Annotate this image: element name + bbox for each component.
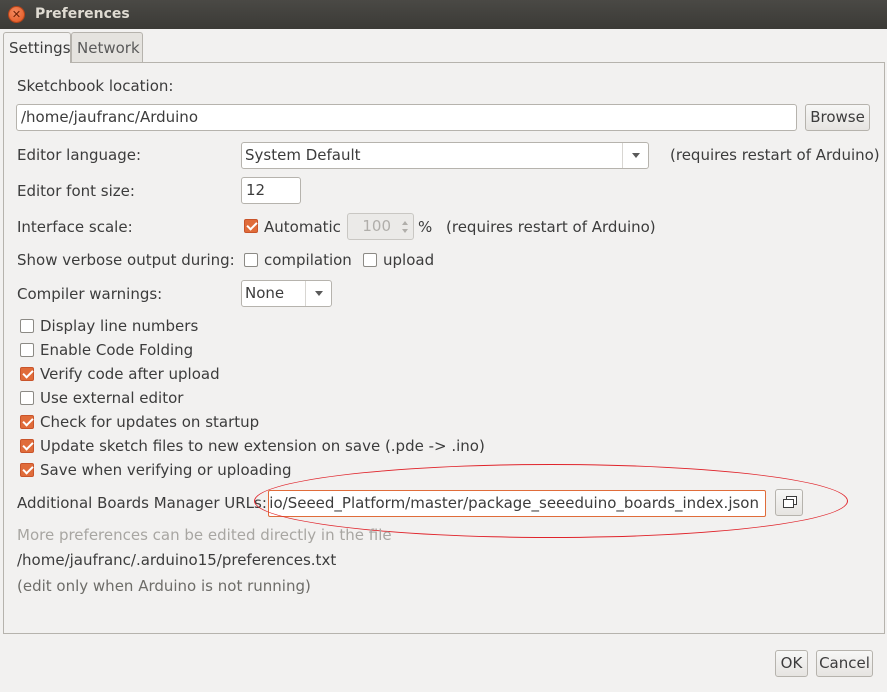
- chevron-down-icon: [622, 143, 648, 168]
- check-updates-checkbox[interactable]: [20, 415, 34, 429]
- browse-button[interactable]: Browse: [805, 104, 870, 131]
- close-icon[interactable]: ✕: [8, 6, 25, 23]
- automatic-checkbox[interactable]: [244, 219, 258, 233]
- upload-label: upload: [383, 251, 435, 269]
- automatic-label: Automatic: [264, 218, 341, 236]
- edit-urls-button[interactable]: [775, 489, 803, 516]
- editor-language-select[interactable]: System Default: [241, 142, 649, 169]
- spinner-down-icon[interactable]: [402, 229, 408, 233]
- percent-label: %: [418, 218, 433, 236]
- checkbox-label: Save when verifying or uploading: [40, 461, 292, 479]
- upload-checkbox[interactable]: [363, 253, 377, 267]
- boards-url-input[interactable]: udio/Seeed_Platform/master/package_seeed…: [268, 490, 766, 517]
- scale-spinner[interactable]: 100: [347, 213, 414, 240]
- restart-note-scale: (requires restart of Arduino): [446, 218, 656, 236]
- window-title: Preferences: [35, 6, 130, 22]
- window-icon: [783, 499, 794, 508]
- code-folding-checkbox[interactable]: [20, 343, 34, 357]
- chevron-down-icon: [305, 281, 331, 306]
- title-bar: ✕ Preferences: [0, 0, 887, 29]
- verify-after-upload-checkbox[interactable]: [20, 367, 34, 381]
- prefs-path: /home/jaufranc/.arduino15/preferences.tx…: [17, 551, 337, 569]
- checkbox-label: Use external editor: [40, 389, 184, 407]
- cancel-button[interactable]: Cancel: [816, 650, 873, 677]
- more-prefs-text: More preferences can be edited directly …: [17, 526, 392, 544]
- boards-url-value: udio/Seeed_Platform/master/package_seeed…: [268, 494, 759, 512]
- editor-language-value: System Default: [245, 146, 361, 164]
- tab-network[interactable]: Network: [71, 32, 143, 62]
- save-when-verifying-checkbox[interactable]: [20, 463, 34, 477]
- compiler-warnings-select[interactable]: None: [241, 280, 332, 307]
- update-extension-checkbox[interactable]: [20, 439, 34, 453]
- verbose-label: Show verbose output during:: [17, 251, 235, 269]
- display-line-numbers-checkbox[interactable]: [20, 319, 34, 333]
- compiler-warnings-label: Compiler warnings:: [17, 285, 163, 303]
- ok-button[interactable]: OK: [775, 650, 808, 677]
- edit-note: (edit only when Arduino is not running): [17, 577, 311, 595]
- checkbox-label: Verify code after upload: [40, 365, 220, 383]
- spinner-up-icon[interactable]: [402, 221, 408, 225]
- scale-value: 100: [362, 217, 391, 235]
- font-size-label: Editor font size:: [17, 182, 135, 200]
- checkbox-label: Enable Code Folding: [40, 341, 194, 359]
- compiler-warnings-value: None: [245, 284, 285, 302]
- interface-scale-label: Interface scale:: [17, 218, 133, 236]
- compilation-checkbox[interactable]: [244, 253, 258, 267]
- boards-url-label: Additional Boards Manager URLs:: [17, 494, 267, 512]
- tab-settings[interactable]: Settings: [3, 32, 71, 63]
- checkbox-label: Update sketch files to new extension on …: [40, 437, 485, 455]
- editor-language-label: Editor language:: [17, 146, 142, 164]
- external-editor-checkbox[interactable]: [20, 391, 34, 405]
- font-size-input[interactable]: 12: [241, 177, 301, 204]
- checkbox-label: Check for updates on startup: [40, 413, 260, 431]
- restart-note-language: (requires restart of Arduino): [670, 146, 880, 164]
- checkbox-label: Display line numbers: [40, 317, 199, 335]
- sketchbook-label: Sketchbook location:: [17, 77, 174, 95]
- compilation-label: compilation: [264, 251, 352, 269]
- sketchbook-input[interactable]: /home/jaufranc/Arduino: [16, 104, 797, 131]
